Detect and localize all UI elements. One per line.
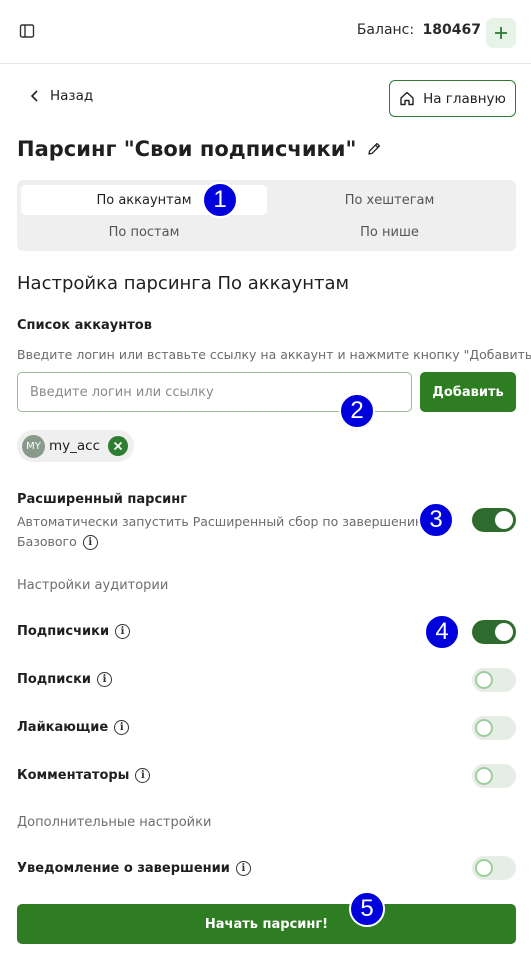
annotation-marker-4: 4 xyxy=(424,614,460,650)
audience-commenters-label: Комментаторы i xyxy=(17,768,151,783)
home-label: На главную xyxy=(423,90,506,107)
pencil-icon[interactable] xyxy=(366,141,382,157)
annotation-marker-3: 3 xyxy=(418,502,454,538)
plus-icon xyxy=(495,27,507,39)
audience-followers-toggle[interactable] xyxy=(472,620,516,644)
avatar: MY xyxy=(22,434,45,458)
start-parsing-button[interactable]: Начать парсинг! xyxy=(17,904,516,944)
info-icon[interactable]: i xyxy=(135,768,151,783)
annotation-marker-1: 1 xyxy=(202,182,238,218)
close-icon xyxy=(113,441,123,451)
balance-value: 180467 xyxy=(422,22,481,38)
tab-by-niche[interactable]: По нише xyxy=(267,217,512,247)
back-link[interactable]: Назад xyxy=(30,88,93,104)
audience-likers-label: Лайкающие i xyxy=(17,720,130,735)
tab-by-hashtags[interactable]: По хештегам xyxy=(267,185,512,215)
info-icon[interactable]: i xyxy=(82,535,98,550)
add-account-button[interactable]: Добавить xyxy=(420,372,516,412)
chevron-left-icon xyxy=(30,90,38,102)
add-balance-button[interactable] xyxy=(486,18,516,48)
accounts-label: Список аккаунтов xyxy=(17,318,152,333)
tab-by-posts[interactable]: По постам xyxy=(21,217,267,247)
parsing-type-tabs: По аккаунтам По хештегам По постам По ни… xyxy=(17,180,516,251)
info-icon[interactable]: i xyxy=(115,624,131,639)
extended-help-line2: Базового i xyxy=(17,534,98,550)
annotation-marker-2: 2 xyxy=(339,393,375,429)
back-label: Назад xyxy=(50,88,94,104)
audience-likers-toggle[interactable] xyxy=(472,716,516,740)
extended-label: Расширенный парсинг xyxy=(17,492,188,507)
chip-text: my_acc xyxy=(49,438,101,454)
home-icon xyxy=(400,91,414,106)
balance-label: Баланс: xyxy=(356,22,415,38)
accounts-help: Введите логин или вставьте ссылку на акк… xyxy=(17,347,531,362)
notify-label: Уведомление о завершении i xyxy=(17,861,251,876)
page-title: Парсинг "Свои подписчики" xyxy=(17,137,382,161)
audience-followers-label: Подписчики i xyxy=(17,624,131,639)
sidebar-toggle-icon[interactable] xyxy=(16,20,38,42)
settings-title: Настройка парсинга По аккаунтам xyxy=(17,273,350,294)
page-title-text: Парсинг "Свои подписчики" xyxy=(17,137,357,161)
extra-heading: Дополнительные настройки xyxy=(17,815,212,830)
annotation-marker-5: 5 xyxy=(349,891,385,927)
audience-likers-text: Лайкающие xyxy=(17,720,109,735)
audience-following-label: Подписки i xyxy=(17,672,113,687)
info-icon[interactable]: i xyxy=(235,861,251,876)
info-icon[interactable]: i xyxy=(114,720,130,735)
balance: Баланс: 180467 xyxy=(357,22,481,38)
notify-text: Уведомление о завершении xyxy=(17,861,230,876)
audience-following-toggle[interactable] xyxy=(472,668,516,692)
top-bar: Баланс: 180467 xyxy=(0,0,531,64)
info-icon[interactable]: i xyxy=(97,672,113,687)
audience-followers-text: Подписчики xyxy=(17,624,110,639)
extended-help-line1: Автоматически запустить Расширенный сбор… xyxy=(17,514,426,529)
notify-toggle[interactable] xyxy=(472,856,516,880)
audience-heading: Настройки аудитории xyxy=(17,578,169,593)
chip-remove-button[interactable] xyxy=(108,436,129,456)
account-chip: MY my_acc xyxy=(17,430,134,462)
extended-help-text: Базового xyxy=(17,534,77,549)
audience-commenters-text: Комментаторы xyxy=(17,768,130,783)
home-button[interactable]: На главную xyxy=(389,80,516,117)
audience-commenters-toggle[interactable] xyxy=(472,764,516,788)
extended-toggle[interactable] xyxy=(472,508,516,532)
audience-following-text: Подписки xyxy=(17,672,92,687)
